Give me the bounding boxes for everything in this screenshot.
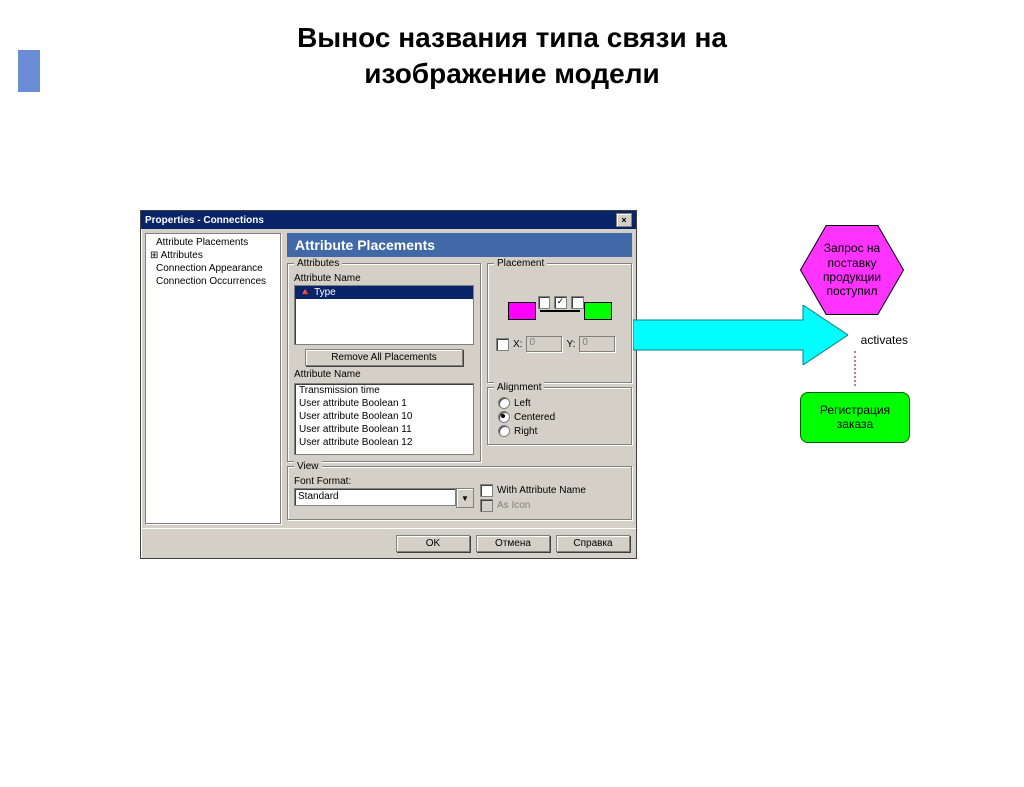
y-field[interactable]: 0	[579, 336, 615, 352]
y-label: Y:	[566, 339, 575, 350]
list-item-type[interactable]: 🔺 Type	[295, 286, 473, 299]
tree-item-connection-appearance[interactable]: Connection Appearance	[148, 262, 278, 275]
font-format-combobox[interactable]: Standard ▼	[294, 488, 474, 508]
list-item[interactable]: Transmission time	[295, 384, 473, 397]
x-label: X:	[513, 339, 522, 350]
view-group-label: View	[294, 461, 322, 472]
slide-accent	[18, 50, 40, 92]
align-left-row[interactable]: Left	[494, 396, 625, 410]
remove-all-placements-button[interactable]: Remove All Placements	[305, 349, 463, 366]
dashed-connector-icon	[854, 351, 857, 386]
placement-group-label: Placement	[494, 258, 547, 269]
align-center-label: Centered	[514, 412, 555, 423]
dialog-body: Attribute Placements ⊞ Attributes Connec…	[141, 229, 636, 528]
event-hexagon: Запрос на поставку продукции поступил	[801, 226, 903, 314]
dialog-title-text: Properties - Connections	[145, 215, 264, 226]
attributes-group-label: Attributes	[294, 258, 342, 269]
x-field[interactable]: 0	[526, 336, 562, 352]
with-attribute-name-checkbox[interactable]	[480, 484, 493, 497]
list-item[interactable]: User attribute Boolean 11	[295, 423, 473, 436]
placement-shapes	[494, 272, 625, 330]
ok-button[interactable]: OK	[396, 535, 470, 552]
placement-checkbox-1[interactable]	[538, 296, 551, 309]
target-shape-icon	[584, 302, 612, 320]
nav-tree[interactable]: Attribute Placements ⊞ Attributes Connec…	[145, 233, 281, 524]
function-box: Регистрация заказа	[800, 392, 910, 443]
source-shape-icon	[508, 302, 536, 320]
panel-header: Attribute Placements	[287, 233, 632, 257]
right-panel: Attribute Placements Attributes Attribut…	[287, 233, 632, 524]
title-line-1: Вынос названия типа связи на	[297, 22, 727, 53]
cancel-button[interactable]: Отмена	[476, 535, 550, 552]
align-right-label: Right	[514, 426, 537, 437]
combobox-dropdown-button[interactable]: ▼	[456, 488, 474, 508]
list-item[interactable]: User attribute Boolean 10	[295, 410, 473, 423]
dialog-button-row: OK Отмена Справка	[141, 528, 636, 558]
model-diagram: Запрос на поставку продукции поступил ac…	[800, 225, 910, 443]
tree-item-connection-occurrences[interactable]: Connection Occurrences	[148, 275, 278, 288]
properties-dialog: Properties - Connections × Attribute Pla…	[140, 210, 637, 559]
chevron-down-icon: ▼	[461, 494, 469, 503]
close-button[interactable]: ×	[616, 213, 632, 227]
activates-label: activates	[800, 315, 910, 351]
align-center-row[interactable]: Centered	[494, 410, 625, 424]
placement-checkbox-2[interactable]	[554, 296, 567, 309]
alignment-groupbox: Alignment Left Centered Right	[487, 387, 632, 445]
attribute-name-label-top: Attribute Name	[294, 272, 474, 285]
slide-title: Вынос названия типа связи на изображение…	[0, 20, 1024, 93]
as-icon-label: As Icon	[497, 500, 530, 511]
font-format-value[interactable]: Standard	[294, 488, 456, 506]
help-button[interactable]: Справка	[556, 535, 630, 552]
list-item[interactable]: User attribute Boolean 12	[295, 436, 473, 449]
with-attribute-name-label: With Attribute Name	[497, 485, 586, 496]
xy-enable-checkbox[interactable]	[496, 338, 509, 351]
connector-icon	[540, 310, 580, 312]
placed-attributes-list[interactable]: 🔺 Type	[294, 285, 474, 345]
close-icon: ×	[621, 215, 626, 225]
font-format-label: Font Format:	[294, 475, 474, 488]
dialog-titlebar: Properties - Connections ×	[141, 211, 636, 229]
list-item[interactable]: User attribute Boolean 1	[295, 397, 473, 410]
placement-groupbox: Placement	[487, 263, 632, 383]
align-right-row[interactable]: Right	[494, 424, 625, 438]
view-groupbox: View Font Format: Standard ▼	[287, 466, 632, 520]
title-line-2: изображение модели	[364, 58, 659, 89]
attributes-groupbox: Attributes Attribute Name 🔺 Type Remove …	[287, 263, 481, 462]
available-attributes-list[interactable]: Transmission time User attribute Boolean…	[294, 383, 474, 455]
as-icon-checkbox	[480, 499, 493, 512]
tree-item-attribute-placements[interactable]: Attribute Placements	[148, 236, 278, 249]
placement-checkbox-3[interactable]	[571, 296, 584, 309]
tree-item-attributes[interactable]: ⊞ Attributes	[148, 249, 278, 262]
radio-centered[interactable]	[498, 411, 510, 423]
align-left-label: Left	[514, 398, 531, 409]
radio-left[interactable]	[498, 397, 510, 409]
alignment-group-label: Alignment	[494, 382, 544, 393]
attribute-name-label-bottom: Attribute Name	[294, 368, 474, 381]
radio-right[interactable]	[498, 425, 510, 437]
